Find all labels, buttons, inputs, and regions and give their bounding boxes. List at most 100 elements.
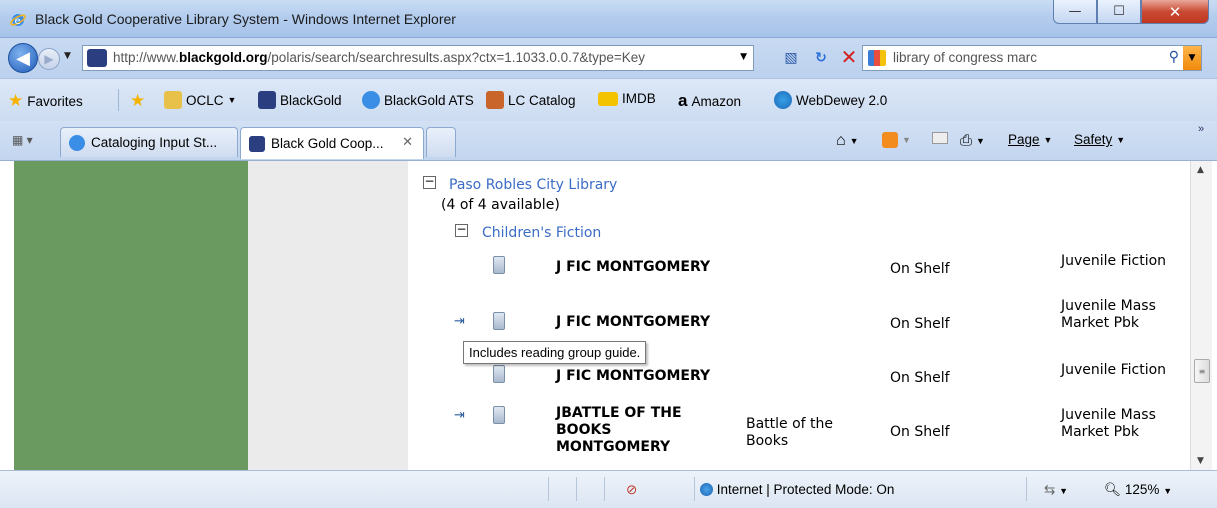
favorite-amazon[interactable]: a Amazon: [678, 91, 741, 111]
divider: [548, 477, 549, 501]
material-type: Juvenile Fiction: [1061, 253, 1167, 269]
search-options-dropdown-icon[interactable]: ▼: [1183, 46, 1201, 70]
back-arrow-icon: ◀: [16, 47, 30, 69]
item-status-icon: [493, 406, 505, 424]
favorites-button[interactable]: ★ Favorites: [8, 91, 83, 111]
navigation-bar: ◀ ▶ ▼ http://www.blackgold.org/polaris/s…: [0, 38, 1217, 78]
favorite-blackgold[interactable]: BlackGold: [258, 91, 342, 109]
internet-explorer-icon: [362, 91, 380, 109]
scroll-up-icon[interactable]: ▲: [1197, 165, 1204, 175]
close-window-button[interactable]: ✕: [1141, 0, 1209, 24]
material-type: Juvenile Mass Market Pbk: [1061, 407, 1156, 440]
address-url[interactable]: http://www.blackgold.org/polaris/search/…: [113, 50, 713, 65]
title-bar: e Black Gold Cooperative Library System …: [0, 0, 1217, 38]
divider: [118, 89, 119, 111]
search-input[interactable]: library of congress marc: [893, 50, 1037, 65]
blackgold-icon: [258, 91, 276, 109]
call-number: J FIC MONTGOMERY: [556, 314, 711, 330]
site-favicon-icon: [87, 49, 107, 67]
reading-guide-tooltip: Includes reading group guide.: [463, 341, 647, 364]
recent-pages-dropdown-icon[interactable]: ▼: [64, 51, 71, 61]
privacy-report-icon[interactable]: ⊘: [626, 482, 637, 498]
call-number: JBATTLE OF THE BOOKS MONTGOMERY: [556, 405, 682, 455]
stop-icon[interactable]: ✕: [838, 45, 860, 69]
reading-guide-icon[interactable]: ⇥: [454, 408, 472, 423]
tab-black-gold[interactable]: Black Gold Coop... ✕: [240, 127, 424, 159]
forward-arrow-icon: ▶: [44, 52, 54, 66]
blackgold-icon: [249, 135, 265, 152]
scroll-thumb[interactable]: ≡: [1194, 359, 1210, 383]
home-icon: ⌂: [836, 132, 846, 149]
library-name-link[interactable]: Paso Robles City Library: [449, 177, 617, 193]
divider: [694, 477, 695, 501]
window-title: Black Gold Cooperative Library System - …: [35, 11, 456, 27]
internet-explorer-icon: e: [10, 14, 26, 27]
availability-text: (4 of 4 available): [441, 197, 560, 213]
address-dropdown-icon[interactable]: ▼: [740, 52, 747, 62]
security-zone[interactable]: Internet | Protected Mode: On: [700, 482, 894, 497]
back-button[interactable]: ◀: [8, 43, 38, 73]
maximize-button[interactable]: ☐: [1097, 0, 1141, 24]
left-gutter: [248, 161, 408, 470]
protected-mode-icon[interactable]: ⇆ ▼: [1044, 482, 1068, 498]
scroll-down-icon[interactable]: ▼: [1197, 456, 1204, 466]
close-tab-icon[interactable]: ✕: [402, 134, 413, 150]
internet-explorer-icon: [69, 134, 85, 151]
lc-catalog-icon: [486, 91, 504, 109]
item-status-icon: [493, 365, 505, 383]
read-mail-icon[interactable]: [932, 132, 948, 144]
add-to-favorites-bar-icon[interactable]: ★: [130, 91, 145, 111]
safety-menu[interactable]: Safety ▼: [1074, 132, 1125, 147]
feeds-button[interactable]: ▼: [882, 132, 911, 148]
page-content: − Paso Robles City Library (4 of 4 avail…: [0, 161, 1217, 470]
minimize-button[interactable]: —: [1053, 0, 1097, 24]
new-tab-button[interactable]: [426, 127, 456, 157]
favorite-webdewey[interactable]: WebDewey 2.0: [774, 91, 887, 109]
forward-button[interactable]: ▶: [38, 48, 60, 70]
favorites-bar: ★ Favorites ★ OCLC ▼ BlackGold BlackGold A…: [0, 78, 1217, 121]
tab-cataloging-input[interactable]: Cataloging Input St...: [60, 127, 238, 157]
globe-icon: [700, 483, 713, 496]
amazon-icon: a: [678, 91, 688, 110]
divider: [1026, 477, 1027, 501]
rss-icon: [882, 132, 898, 148]
favorite-oclc[interactable]: OCLC ▼: [164, 91, 236, 109]
globe-icon: [774, 91, 792, 109]
item-status-icon: [493, 256, 505, 274]
print-button[interactable]: ⎙ ▼: [960, 132, 985, 149]
search-box[interactable]: library of congress marc ⚲ ▼: [862, 45, 1202, 71]
address-bar[interactable]: http://www.blackgold.org/polaris/search/…: [82, 45, 754, 71]
collapse-collection-icon[interactable]: −: [455, 223, 468, 237]
item-status-icon: [493, 312, 505, 330]
favorite-lc-catalog[interactable]: LC Catalog: [486, 91, 576, 109]
collapse-library-icon[interactable]: −: [423, 175, 436, 189]
tab-bar: ▦ ▾ Cataloging Input St... Black Gold Co…: [0, 121, 1217, 161]
call-number: J FIC MONTGOMERY: [556, 368, 711, 384]
page-menu[interactable]: Page ▼: [1008, 132, 1052, 147]
item-status: On Shelf: [890, 424, 950, 440]
item-status: On Shelf: [890, 370, 950, 386]
item-note: Battle of the Books: [746, 416, 834, 449]
vertical-scrollbar[interactable]: ▲ ≡ ▼: [1190, 161, 1212, 470]
folder-icon: [164, 91, 182, 109]
refresh-icon[interactable]: ↻: [810, 47, 832, 69]
search-icon[interactable]: ⚲: [1169, 49, 1179, 65]
item-status: On Shelf: [890, 316, 950, 332]
status-bar: ⊘ Internet | Protected Mode: On ⇆ ▼ 🔍︎ 1…: [0, 470, 1217, 508]
collection-link[interactable]: Children's Fiction: [482, 225, 601, 241]
reading-guide-icon[interactable]: ⇥: [454, 314, 472, 329]
compatibility-view-icon[interactable]: ▧: [780, 47, 802, 69]
print-icon: ⎙: [960, 132, 973, 149]
favorite-blackgold-ats[interactable]: BlackGold ATS: [362, 91, 474, 109]
home-button[interactable]: ⌂ ▼: [836, 132, 859, 150]
material-type: Juvenile Fiction: [1061, 362, 1167, 378]
search-provider-icon: [868, 50, 886, 66]
item-status: On Shelf: [890, 261, 950, 277]
divider: [604, 477, 605, 501]
favorites-star-icon: ★: [8, 91, 24, 110]
imdb-icon: [598, 91, 618, 106]
favorite-imdb[interactable]: IMDB: [598, 91, 656, 106]
zoom-level[interactable]: 🔍︎ 125% ▼: [1104, 482, 1172, 498]
quick-tabs-icon[interactable]: ▦ ▾: [12, 133, 33, 147]
more-commands-icon[interactable]: »: [1198, 123, 1204, 135]
